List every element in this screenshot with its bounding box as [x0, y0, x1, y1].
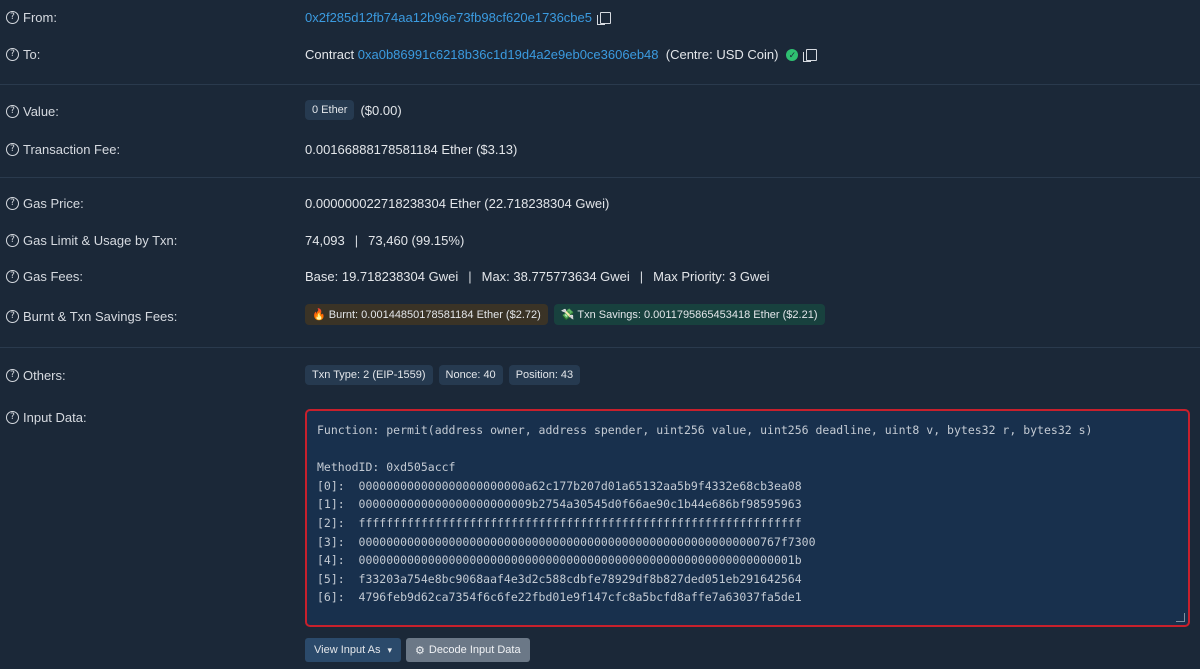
- param-line: [3]: 00000000000000000000000000000000000…: [317, 534, 816, 549]
- money-icon: 💸: [560, 309, 575, 321]
- ether-amount-badge: 0 Ether: [305, 100, 355, 120]
- fee-value: 0.00166888178581184 Ether ($3.13): [305, 142, 518, 157]
- separator: |: [354, 233, 359, 248]
- max-fee: Max: 38.775773634 Gwei: [481, 269, 630, 284]
- fire-icon: 🔥: [312, 309, 326, 321]
- max-priority-fee: Max Priority: 3 Gwei: [653, 269, 770, 284]
- question-icon: ?: [6, 11, 19, 24]
- method-id: MethodID: 0xd505accf: [317, 460, 456, 475]
- value-label: ? Value:: [6, 104, 59, 119]
- function-signature: Function: permit(address owner, address …: [317, 423, 1093, 437]
- question-icon: ?: [6, 197, 19, 210]
- gas-limit-value: 74,093 | 73,460 (99.15%): [305, 233, 464, 248]
- gas-fees-label: ? Gas Fees:: [6, 269, 83, 284]
- to-label: ? To:: [6, 47, 40, 62]
- input-data-content: Function: permit(address owner, address …: [317, 421, 1092, 607]
- burnt-badge: 🔥 Burnt: 0.00144850178581184 Ether ($2.7…: [305, 304, 548, 325]
- param-line: [1]: 0000000000000000000000009b2754a3054…: [317, 497, 802, 512]
- separator: |: [468, 269, 472, 284]
- verified-check-icon: ✓: [786, 48, 799, 61]
- question-icon: ?: [6, 234, 19, 247]
- param-line: [2]: fffffffffffffffffffffffffffffffffff…: [317, 515, 802, 530]
- fee-label: ? Transaction Fee:: [6, 142, 120, 157]
- question-icon: ?: [6, 411, 19, 424]
- copy-icon[interactable]: [597, 11, 611, 25]
- question-icon: ?: [6, 105, 19, 118]
- divider: [0, 177, 1200, 178]
- question-icon: ?: [6, 143, 19, 156]
- gear-icon: ⚙: [415, 644, 425, 657]
- from-value: 0x2f285d12fb74aa12b96e73fb98cf620e1736cb…: [305, 10, 611, 25]
- to-address-link[interactable]: 0xa0b86991c6218b36c1d19d4a2e9eb0ce3606eb…: [358, 47, 659, 62]
- decode-input-data-button[interactable]: ⚙ Decode Input Data: [406, 638, 530, 662]
- divider: [0, 84, 1200, 85]
- input-data-label: ? Input Data:: [6, 410, 87, 425]
- value-usd: ($0.00): [360, 102, 402, 118]
- param-line: [6]: 4796feb9d62ca7354f6c6fe22fbd01e9f14…: [317, 590, 802, 605]
- others-value: Txn Type: 2 (EIP-1559) Nonce: 40 Positio…: [305, 365, 586, 385]
- position-badge: Position: 43: [508, 365, 581, 385]
- param-line: [5]: f33203a754e8bc9068aaf4e3d2c588cdbfe…: [317, 571, 802, 586]
- question-icon: ?: [6, 270, 19, 283]
- nonce-badge: Nonce: 40: [438, 365, 503, 385]
- chevron-down-icon: ▾: [387, 644, 392, 655]
- resize-handle[interactable]: [1176, 613, 1185, 622]
- contract-prefix: Contract: [305, 47, 355, 62]
- contract-name: (Centre: USD Coin): [665, 47, 779, 62]
- savings-badge: 💸 Txn Savings: 0.0011795865453418 Ether …: [553, 304, 825, 325]
- burnt-value: 🔥 Burnt: 0.00144850178581184 Ether ($2.7…: [305, 304, 831, 325]
- gas-fees-value: Base: 19.718238304 Gwei | Max: 38.775773…: [305, 269, 769, 284]
- txn-type-badge: Txn Type: 2 (EIP-1559): [305, 365, 433, 385]
- question-icon: ?: [6, 369, 19, 382]
- gas-price-value: 0.000000022718238304 Ether (22.718238304…: [305, 196, 610, 211]
- from-label: ? From:: [6, 10, 57, 25]
- separator: |: [639, 269, 644, 284]
- gas-usage: 73,460 (99.15%): [368, 233, 465, 248]
- gas-price-label: ? Gas Price:: [6, 196, 84, 211]
- question-icon: ?: [6, 310, 19, 323]
- question-icon: ?: [6, 48, 19, 61]
- view-input-as-button[interactable]: View Input As ▾: [305, 638, 401, 662]
- param-line: [4]: 00000000000000000000000000000000000…: [317, 553, 802, 568]
- divider: [0, 347, 1200, 348]
- param-line: [0]: 000000000000000000000000a62c177b207…: [317, 478, 802, 493]
- from-address-link[interactable]: 0x2f285d12fb74aa12b96e73fb98cf620e1736cb…: [305, 10, 592, 25]
- input-data-textarea[interactable]: Function: permit(address owner, address …: [305, 409, 1190, 627]
- value-value: 0 Ether ($0.00): [305, 100, 402, 120]
- to-value: Contract 0xa0b86991c6218b36c1d19d4a2e9eb…: [305, 47, 818, 62]
- gas-limit: 74,093: [305, 233, 345, 248]
- gas-limit-label: ? Gas Limit & Usage by Txn:: [6, 233, 177, 248]
- burnt-label: ? Burnt & Txn Savings Fees:: [6, 309, 177, 324]
- others-label: ? Others:: [6, 368, 66, 383]
- copy-icon[interactable]: [803, 48, 818, 62]
- base-fee: Base: 19.718238304 Gwei: [305, 269, 459, 284]
